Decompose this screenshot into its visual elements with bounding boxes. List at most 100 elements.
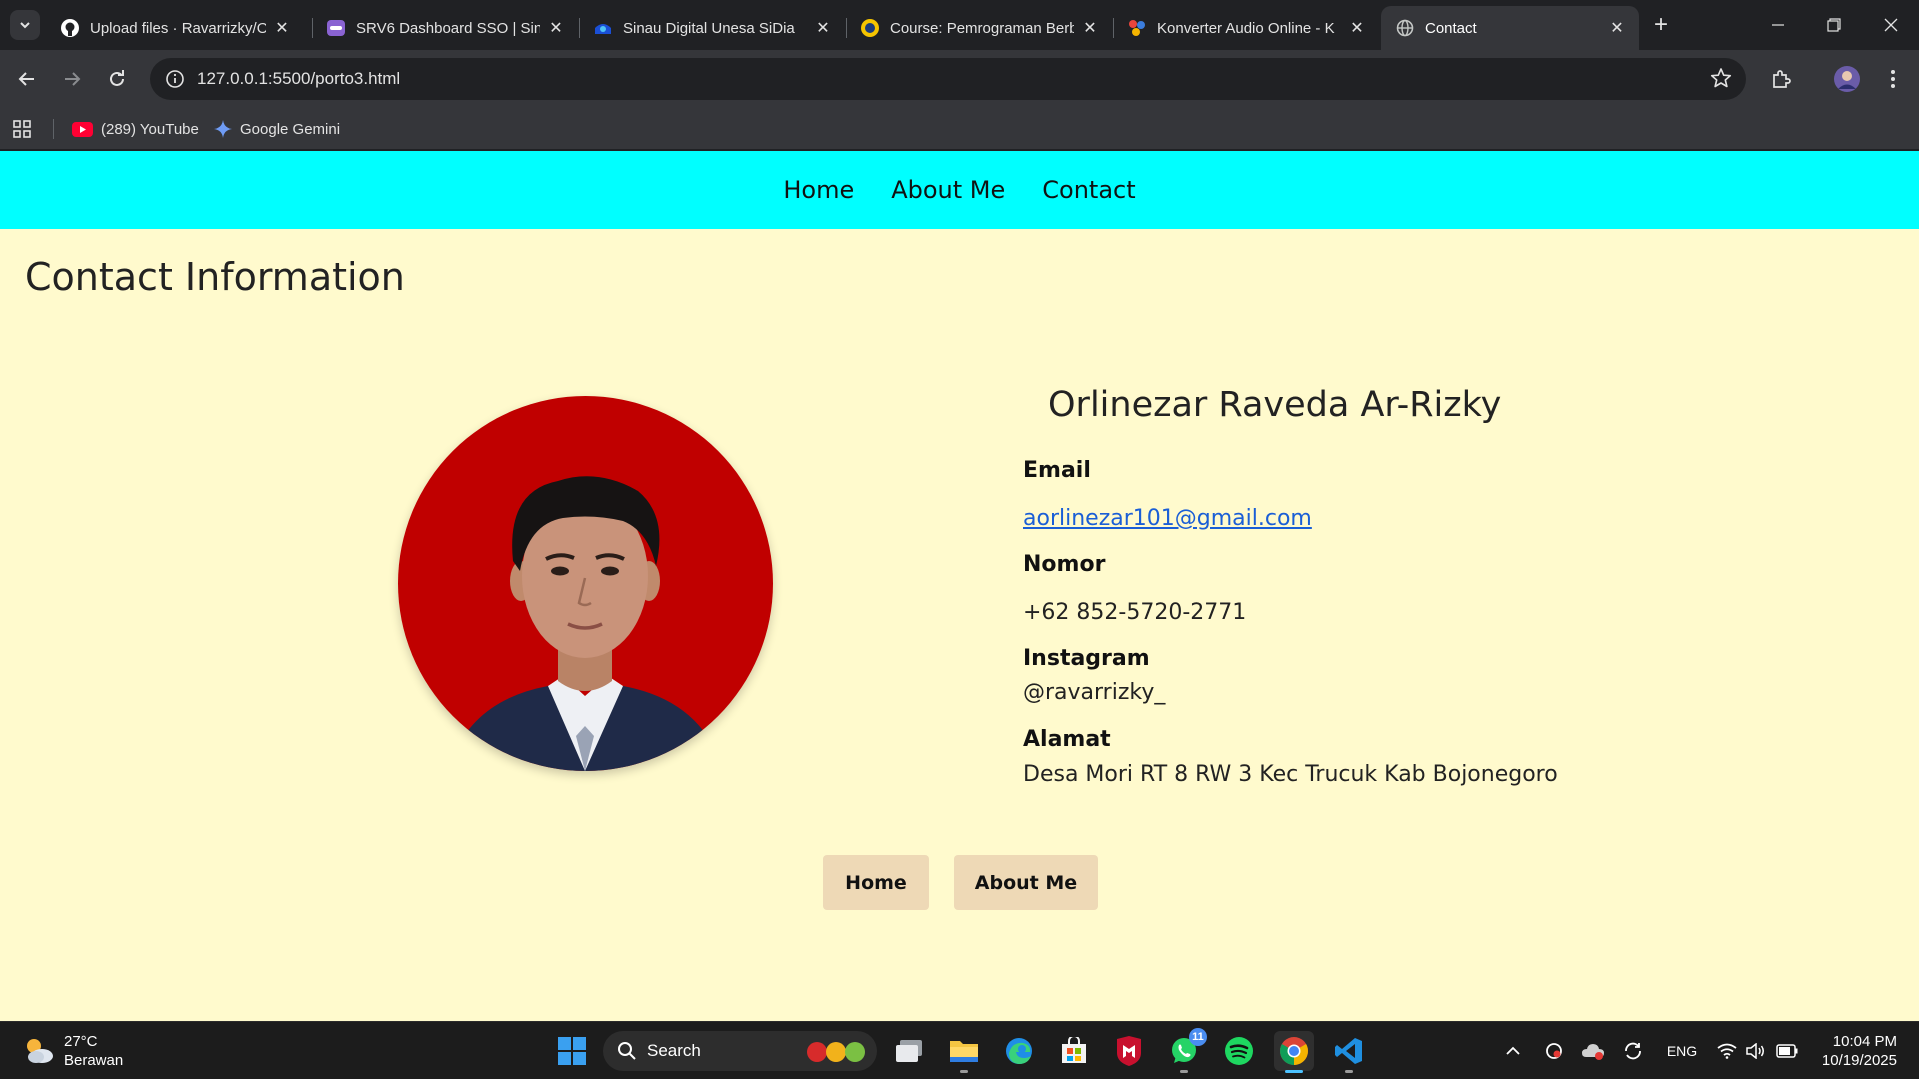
bookmark-star-icon[interactable]	[1710, 67, 1732, 89]
tab-course-pemrograman[interactable]: Course: Pemrograman Berb ✕	[846, 6, 1112, 50]
tab-srv6-dashboard[interactable]: SRV6 Dashboard SSO | Sing ✕	[312, 6, 578, 50]
tab-search-button[interactable]	[10, 10, 40, 40]
nav-link-home[interactable]: Home	[783, 176, 854, 204]
language-indicator[interactable]: ENG	[1662, 1022, 1702, 1079]
close-icon[interactable]: ✕	[1080, 18, 1100, 38]
whatsapp-icon[interactable]: 11	[1164, 1028, 1207, 1073]
vscode-icon[interactable]	[1329, 1031, 1369, 1073]
arrow-left-icon	[18, 72, 34, 86]
weather-widget[interactable]: 27°C Berawan	[22, 1032, 123, 1070]
site-info-icon[interactable]	[160, 64, 190, 94]
tab-upload-files[interactable]: Upload files · Ravarrizky/Or ✕	[46, 6, 304, 50]
tab-title: Course: Pemrograman Berb	[890, 19, 1074, 37]
start-button[interactable]	[552, 1031, 592, 1071]
phone-value: +62 852-5720-2771	[1023, 600, 1247, 625]
address-bar[interactable]: 127.0.0.1:5500/porto3.html	[150, 58, 1746, 100]
bookmark-divider	[53, 119, 54, 139]
email-link[interactable]: aorlinezar101@gmail.com	[1023, 506, 1312, 531]
volume-icon[interactable]	[1743, 1022, 1769, 1079]
spotify-icon[interactable]	[1219, 1031, 1259, 1071]
mcafee-icon[interactable]	[1109, 1031, 1149, 1071]
system-clock[interactable]: 10:04 PM 10/19/2025	[1822, 1032, 1897, 1070]
task-view-icon[interactable]	[889, 1031, 929, 1071]
windows-icon	[558, 1037, 586, 1065]
running-indicator	[1285, 1070, 1303, 1073]
address-label: Alamat	[1023, 727, 1111, 752]
close-icon[interactable]: ✕	[1607, 18, 1627, 38]
sidia-icon	[593, 18, 613, 38]
weather-temperature: 27°C	[64, 1033, 98, 1050]
tab-sinau-digital[interactable]: Sinau Digital Unesa SiDia ✕	[579, 6, 845, 50]
close-icon[interactable]: ✕	[813, 18, 833, 38]
bookmark-gemini[interactable]: Google Gemini	[214, 116, 340, 142]
tab-title: Konverter Audio Online - K	[1157, 19, 1335, 37]
chrome-icon[interactable]	[1274, 1031, 1314, 1073]
chevron-up-icon	[1506, 1046, 1520, 1055]
apps-grid-icon[interactable]	[12, 116, 32, 142]
home-button[interactable]: Home	[823, 855, 929, 910]
browser-toolbar: 127.0.0.1:5500/porto3.html	[0, 50, 1919, 108]
instagram-label: Instagram	[1023, 646, 1150, 671]
close-window-button[interactable]	[1863, 0, 1919, 50]
notification-badge: 11	[1189, 1028, 1207, 1046]
nav-link-about[interactable]: About Me	[891, 176, 1005, 204]
page-title: Contact Information	[25, 255, 405, 299]
update-icon[interactable]	[1620, 1022, 1646, 1079]
address-value: Desa Mori RT 8 RW 3 Kec Trucuk Kab Bojon…	[1023, 762, 1558, 787]
browser-tab-strip: Upload files · Ravarrizky/Or ✕ SRV6 Dash…	[0, 0, 1919, 50]
reload-button[interactable]	[100, 62, 134, 96]
fruit-search-highlight-icon	[805, 1038, 867, 1064]
windows-taskbar: 27°C Berawan Search 11 ENG 10:04 PM 10/1…	[0, 1021, 1919, 1079]
bookmarks-bar: (289) YouTube Google Gemini	[0, 108, 1919, 150]
bookmark-youtube[interactable]: (289) YouTube	[72, 116, 199, 142]
clock-time: 10:04 PM	[1832, 1033, 1897, 1050]
clock-date: 10/19/2025	[1821, 1052, 1897, 1069]
minimize-icon	[1772, 24, 1784, 26]
microsoft-store-icon[interactable]	[1054, 1031, 1094, 1071]
forward-button[interactable]	[55, 62, 89, 96]
instagram-value: @ravarrizky_	[1023, 680, 1166, 705]
close-icon[interactable]: ✕	[272, 18, 292, 38]
back-button[interactable]	[10, 62, 44, 96]
sync-status-icon[interactable]	[1541, 1022, 1567, 1079]
tab-title: Contact	[1425, 19, 1477, 37]
close-icon[interactable]: ✕	[1347, 18, 1367, 38]
tab-konverter-audio[interactable]: Konverter Audio Online - K ✕	[1113, 6, 1379, 50]
wifi-icon[interactable]	[1714, 1022, 1740, 1079]
bookmark-label: (289) YouTube	[101, 120, 199, 138]
extensions-icon[interactable]	[1764, 62, 1798, 96]
minimize-button[interactable]	[1750, 0, 1806, 50]
reload-icon	[110, 70, 124, 86]
github-icon	[60, 18, 80, 38]
url-text[interactable]: 127.0.0.1:5500/porto3.html	[197, 69, 400, 89]
close-icon[interactable]: ✕	[546, 18, 566, 38]
email-label: Email	[1023, 458, 1091, 483]
edge-icon[interactable]	[999, 1031, 1039, 1071]
running-indicator	[960, 1070, 968, 1073]
running-indicator	[1345, 1070, 1353, 1073]
new-tab-button[interactable]: +	[1648, 11, 1674, 38]
about-me-button[interactable]: About Me	[954, 855, 1098, 910]
youtube-icon	[72, 121, 93, 137]
tab-title: Sinau Digital Unesa SiDia	[623, 19, 795, 37]
show-hidden-icons-button[interactable]	[1500, 1022, 1526, 1079]
restore-button[interactable]	[1806, 0, 1862, 50]
nav-link-contact[interactable]: Contact	[1042, 176, 1135, 204]
menu-icon[interactable]	[1876, 62, 1910, 96]
profile-avatar[interactable]	[1830, 62, 1864, 96]
arrow-right-icon	[65, 72, 81, 86]
web-page: Home About Me Contact Contact Informatio…	[0, 151, 1919, 1021]
close-icon	[1884, 18, 1898, 32]
taskbar-search[interactable]: Search	[603, 1031, 877, 1071]
restore-icon	[1827, 18, 1841, 32]
search-icon	[617, 1041, 637, 1061]
srv6-icon	[326, 18, 346, 38]
file-explorer-icon[interactable]	[944, 1031, 984, 1073]
partly-cloudy-icon	[22, 1034, 56, 1068]
onedrive-icon[interactable]	[1580, 1022, 1606, 1079]
profile-name: Orlinezar Raveda Ar-Rizky	[1048, 385, 1502, 425]
battery-icon[interactable]	[1774, 1022, 1800, 1079]
weather-condition: Berawan	[64, 1052, 124, 1069]
globe-icon	[1395, 18, 1415, 38]
tab-contact[interactable]: Contact ✕	[1381, 6, 1639, 50]
